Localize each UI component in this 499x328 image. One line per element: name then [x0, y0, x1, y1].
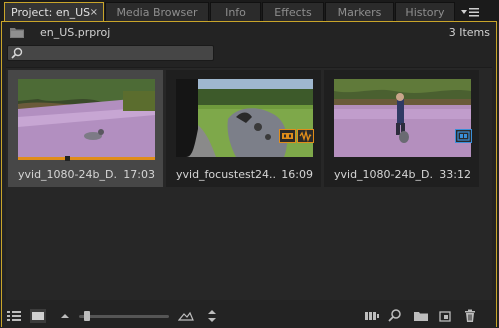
- bottom-toolbar: [2, 305, 496, 327]
- tab-history[interactable]: History: [395, 2, 455, 22]
- project-filename: en_US.prproj: [40, 26, 111, 39]
- zoom-out-icon[interactable]: [57, 309, 73, 323]
- audio-badge: [297, 129, 314, 143]
- zoom-slider-handle[interactable]: [83, 311, 90, 321]
- icon-view-icon[interactable]: [30, 309, 46, 323]
- tab-history-label: History: [405, 6, 445, 19]
- tab-bar: Project: en_US × Media Browser Info Effe…: [0, 0, 499, 22]
- project-panel: Project: en_US × Media Browser Info Effe…: [0, 0, 499, 328]
- clip-progress-bar: [18, 157, 155, 160]
- items-count: 3 Items: [448, 26, 490, 39]
- audio-video-badge: [279, 129, 296, 143]
- new-item-icon[interactable]: [437, 309, 453, 323]
- tab-effects-label: Effects: [274, 6, 312, 19]
- search-icon: [11, 47, 23, 59]
- tab-effects[interactable]: Effects: [262, 2, 324, 22]
- clip-name: yvid_1080-24b_D...: [334, 168, 434, 181]
- clip-grid: yvid_1080-24b_D... 17:03 yvid_focustest2…: [6, 67, 492, 300]
- trash-icon[interactable]: [462, 309, 478, 323]
- tab-markers[interactable]: Markers: [325, 2, 394, 22]
- automate-to-sequence-icon[interactable]: [364, 309, 380, 323]
- tab-project-label: Project: en_US: [11, 6, 91, 19]
- clip-card[interactable]: yvid_1080-24b_D... 33:12: [324, 70, 479, 187]
- folder-icon[interactable]: [10, 27, 24, 38]
- clip-name: yvid_1080-24b_D...: [18, 168, 118, 181]
- clip-duration: 17:03: [123, 168, 155, 181]
- list-view-icon[interactable]: [6, 309, 22, 323]
- search-input[interactable]: [7, 45, 214, 61]
- zoom-in-icon[interactable]: [177, 309, 194, 323]
- clip-thumbnail[interactable]: [334, 79, 471, 157]
- tab-media-browser[interactable]: Media Browser: [105, 2, 209, 22]
- clip-duration: 33:12: [439, 168, 471, 181]
- tab-info[interactable]: Info: [210, 2, 261, 22]
- panel-menu-icon[interactable]: [455, 4, 487, 20]
- clip-thumbnail[interactable]: [18, 79, 155, 157]
- project-header: en_US.prproj 3 Items: [10, 26, 490, 40]
- sort-icon[interactable]: [204, 309, 220, 323]
- tab-markers-label: Markers: [337, 6, 382, 19]
- video-badge: [455, 129, 472, 143]
- tab-info-label: Info: [225, 6, 246, 19]
- tab-media-browser-label: Media Browser: [116, 6, 198, 19]
- clip-playhead[interactable]: [65, 156, 71, 161]
- close-icon[interactable]: ×: [90, 3, 98, 22]
- zoom-slider[interactable]: [79, 315, 169, 318]
- clip-duration: 16:09: [281, 168, 313, 181]
- tab-project[interactable]: Project: en_US ×: [4, 2, 104, 22]
- find-icon[interactable]: [387, 309, 403, 323]
- clip-thumbnail[interactable]: [176, 79, 313, 157]
- new-bin-icon[interactable]: [413, 309, 429, 323]
- clip-card[interactable]: yvid_focustest24... 16:09: [166, 70, 321, 187]
- clip-name: yvid_focustest24...: [176, 168, 276, 181]
- clip-card[interactable]: yvid_1080-24b_D... 17:03: [8, 70, 163, 187]
